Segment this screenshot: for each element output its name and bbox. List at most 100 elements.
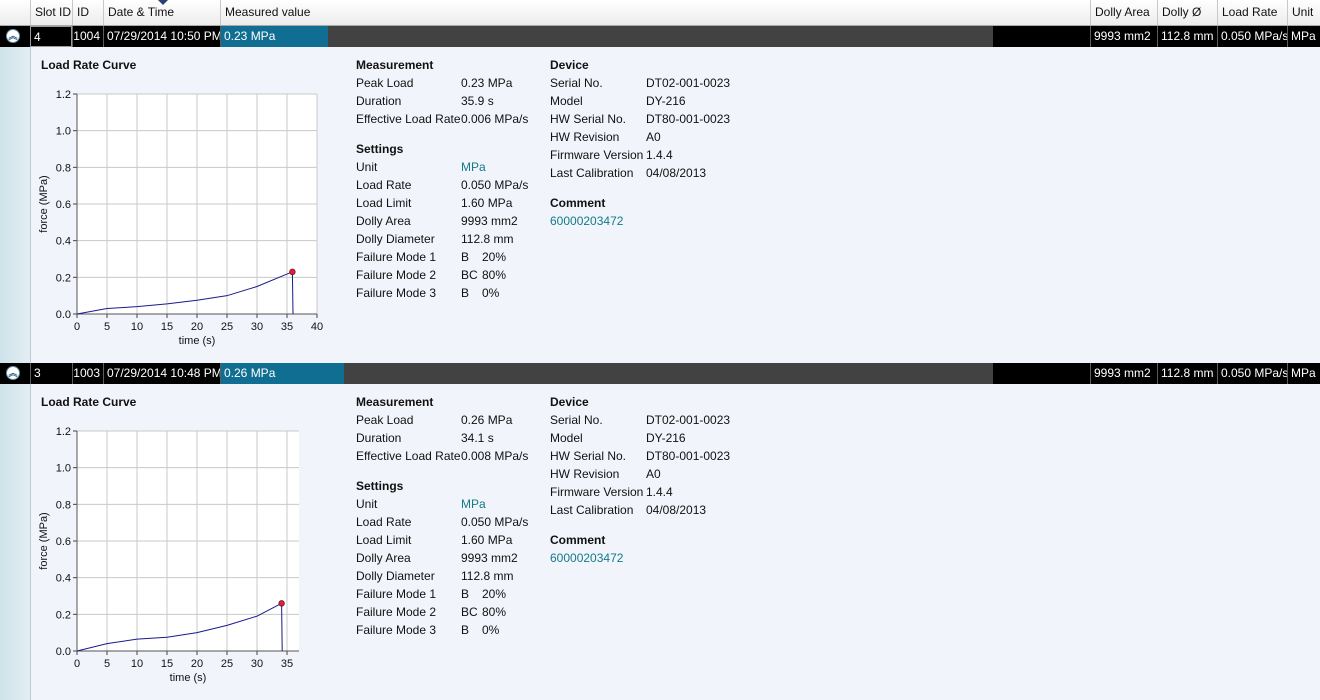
firmware-version-value: 1.4.4 — [646, 485, 673, 499]
x-tick-label: 0 — [74, 321, 80, 333]
x-tick-label: 15 — [161, 658, 173, 670]
load-rate-value: 0.050 MPa/s — [461, 515, 529, 529]
serial-no-value: DT02-001-0023 — [646, 76, 731, 90]
hw-revision-label: HW Revision — [550, 130, 620, 144]
failure-mode-1-code: B — [461, 587, 470, 601]
y-tick-label: 0.6 — [56, 536, 71, 548]
table-row[interactable]: ︽ 3 1003 07/29/2014 10:48 PM 0.26 MPa 99… — [0, 363, 1320, 384]
cell-slot-id: 3 — [30, 363, 72, 384]
y-tick-label: 1.2 — [56, 89, 71, 101]
failure-mode-3-percent: 0% — [482, 286, 500, 300]
device-heading: Device — [550, 395, 589, 409]
collapse-row-icon[interactable]: ︽ — [6, 29, 20, 43]
effective-load-rate-value: 0.008 MPa/s — [461, 449, 529, 463]
failure-mode-1-label: Failure Mode 1 — [356, 250, 437, 264]
column-header-slot-id[interactable]: Slot ID — [30, 0, 72, 25]
y-tick-label: 1.0 — [56, 126, 71, 138]
x-tick-label: 30 — [251, 658, 263, 670]
load-rate-chart: 0 5 10 15 20 25 30 35 40 0.0 0.2 0.4 0.6 0.8 1.0 1.2 tim… — [38, 89, 323, 347]
comment-value-link[interactable]: 60000203472 — [550, 214, 623, 228]
unit-value-link[interactable]: MPa — [461, 160, 486, 174]
column-header-unit[interactable]: Unit — [1287, 0, 1320, 25]
cell-measured-value: 0.26 MPa — [220, 363, 344, 384]
failure-mode-2-label: Failure Mode 2 — [356, 605, 437, 619]
dolly-diameter-value: 112.8 mm — [461, 232, 514, 246]
load-limit-value: 1.60 MPa — [461, 533, 513, 547]
x-tick-label: 0 — [74, 658, 80, 670]
load-rate-chart: 0 5 10 15 20 25 30 35 0.0 0.2 0.4 0.6 0.8 1.0 1.2 time … — [38, 426, 299, 684]
duration-label: Duration — [356, 431, 402, 445]
hw-serial-no-label: HW Serial No. — [550, 112, 627, 126]
settings-heading: Settings — [356, 142, 404, 156]
unit-value-link[interactable]: MPa — [461, 497, 486, 511]
x-tick-label: 15 — [161, 321, 173, 333]
column-header-dolly-diameter[interactable]: Dolly Ø — [1157, 0, 1217, 25]
failure-mode-1-label: Failure Mode 1 — [356, 587, 437, 601]
column-header-measured-value[interactable]: Measured value — [220, 0, 1090, 25]
x-tick-label: 5 — [104, 658, 110, 670]
cell-id: 1004 — [72, 26, 103, 47]
measurement-heading: Measurement — [356, 58, 434, 72]
firmware-version-label: Firmware Version — [550, 485, 644, 499]
failure-mode-1-code: B — [461, 250, 470, 264]
cell-dolly-area: 9993 mm2 — [1090, 363, 1157, 384]
failure-mode-3-code: B — [461, 623, 470, 637]
column-header-load-rate[interactable]: Load Rate — [1217, 0, 1287, 25]
effective-load-rate-label: Effective Load Rate — [356, 112, 461, 126]
dolly-area-value: 9993 mm2 — [461, 214, 518, 228]
device-heading: Device — [550, 58, 589, 72]
cell-id: 1003 — [72, 363, 103, 384]
y-tick-label: 1.0 — [56, 463, 71, 475]
sort-descending-icon — [158, 0, 168, 5]
comment-heading: Comment — [550, 533, 606, 547]
model-value: DY-216 — [646, 431, 686, 445]
x-axis-label: time (s) — [170, 672, 207, 684]
failure-mode-2-code: BC — [461, 268, 478, 282]
peak-load-value: 0.26 MPa — [461, 413, 513, 427]
peak-load-value: 0.23 MPa — [461, 76, 513, 90]
hw-serial-no-value: DT80-001-0023 — [646, 449, 731, 463]
last-calibration-label: Last Calibration — [550, 166, 634, 180]
cell-unit: MPa — [1287, 363, 1320, 384]
load-rate-label: Load Rate — [356, 515, 412, 529]
dolly-diameter-label: Dolly Diameter — [356, 569, 435, 583]
failure-mode-2-percent: 80% — [482, 605, 507, 619]
column-header-date-time[interactable]: Date & Time — [103, 0, 220, 25]
y-tick-label: 0.4 — [56, 236, 71, 248]
x-tick-label: 20 — [191, 321, 203, 333]
model-label: Model — [550, 431, 583, 445]
y-axis-label: force (MPa) — [38, 512, 50, 569]
column-header-id[interactable]: ID — [72, 0, 103, 25]
table-row[interactable]: ︽ 4 1004 07/29/2014 10:50 PM 0.23 MPa 99… — [0, 26, 1320, 47]
y-tick-label: 0.2 — [56, 609, 71, 621]
effective-load-rate-label: Effective Load Rate — [356, 449, 461, 463]
dolly-area-label: Dolly Area — [356, 551, 411, 565]
x-tick-label: 10 — [131, 321, 143, 333]
hw-revision-value: A0 — [646, 130, 661, 144]
x-tick-label: 35 — [281, 321, 293, 333]
x-tick-label: 40 — [311, 321, 323, 333]
failure-mode-1-percent: 20% — [482, 250, 507, 264]
comment-value-link[interactable]: 60000203472 — [550, 551, 623, 565]
failure-mode-2-percent: 80% — [482, 268, 507, 282]
cell-slot-id: 4 — [30, 26, 72, 47]
y-tick-label: 0.2 — [56, 272, 71, 284]
x-tick-label: 30 — [251, 321, 263, 333]
duration-value: 34.1 s — [461, 431, 494, 445]
column-header-dolly-area[interactable]: Dolly Area — [1090, 0, 1157, 25]
grid-header: Slot ID ID Date & Time Measured value Do… — [0, 0, 1320, 26]
dolly-area-value: 9993 mm2 — [461, 551, 518, 565]
settings-heading: Settings — [356, 479, 404, 493]
cell-date-time: 07/29/2014 10:48 PM — [103, 363, 220, 384]
serial-no-value: DT02-001-0023 — [646, 413, 731, 427]
comment-heading: Comment — [550, 196, 606, 210]
serial-no-label: Serial No. — [550, 76, 603, 90]
collapse-row-icon[interactable]: ︽ — [6, 366, 20, 380]
cell-date-time: 07/29/2014 10:50 PM — [103, 26, 220, 47]
row-selector-gutter — [0, 0, 31, 700]
x-tick-label: 20 — [191, 658, 203, 670]
y-tick-label: 0.0 — [56, 309, 71, 321]
load-rate-label: Load Rate — [356, 178, 412, 192]
cell-dolly-diameter: 112.8 mm — [1157, 363, 1217, 384]
column-header-date-time-label: Date & Time — [108, 5, 175, 19]
